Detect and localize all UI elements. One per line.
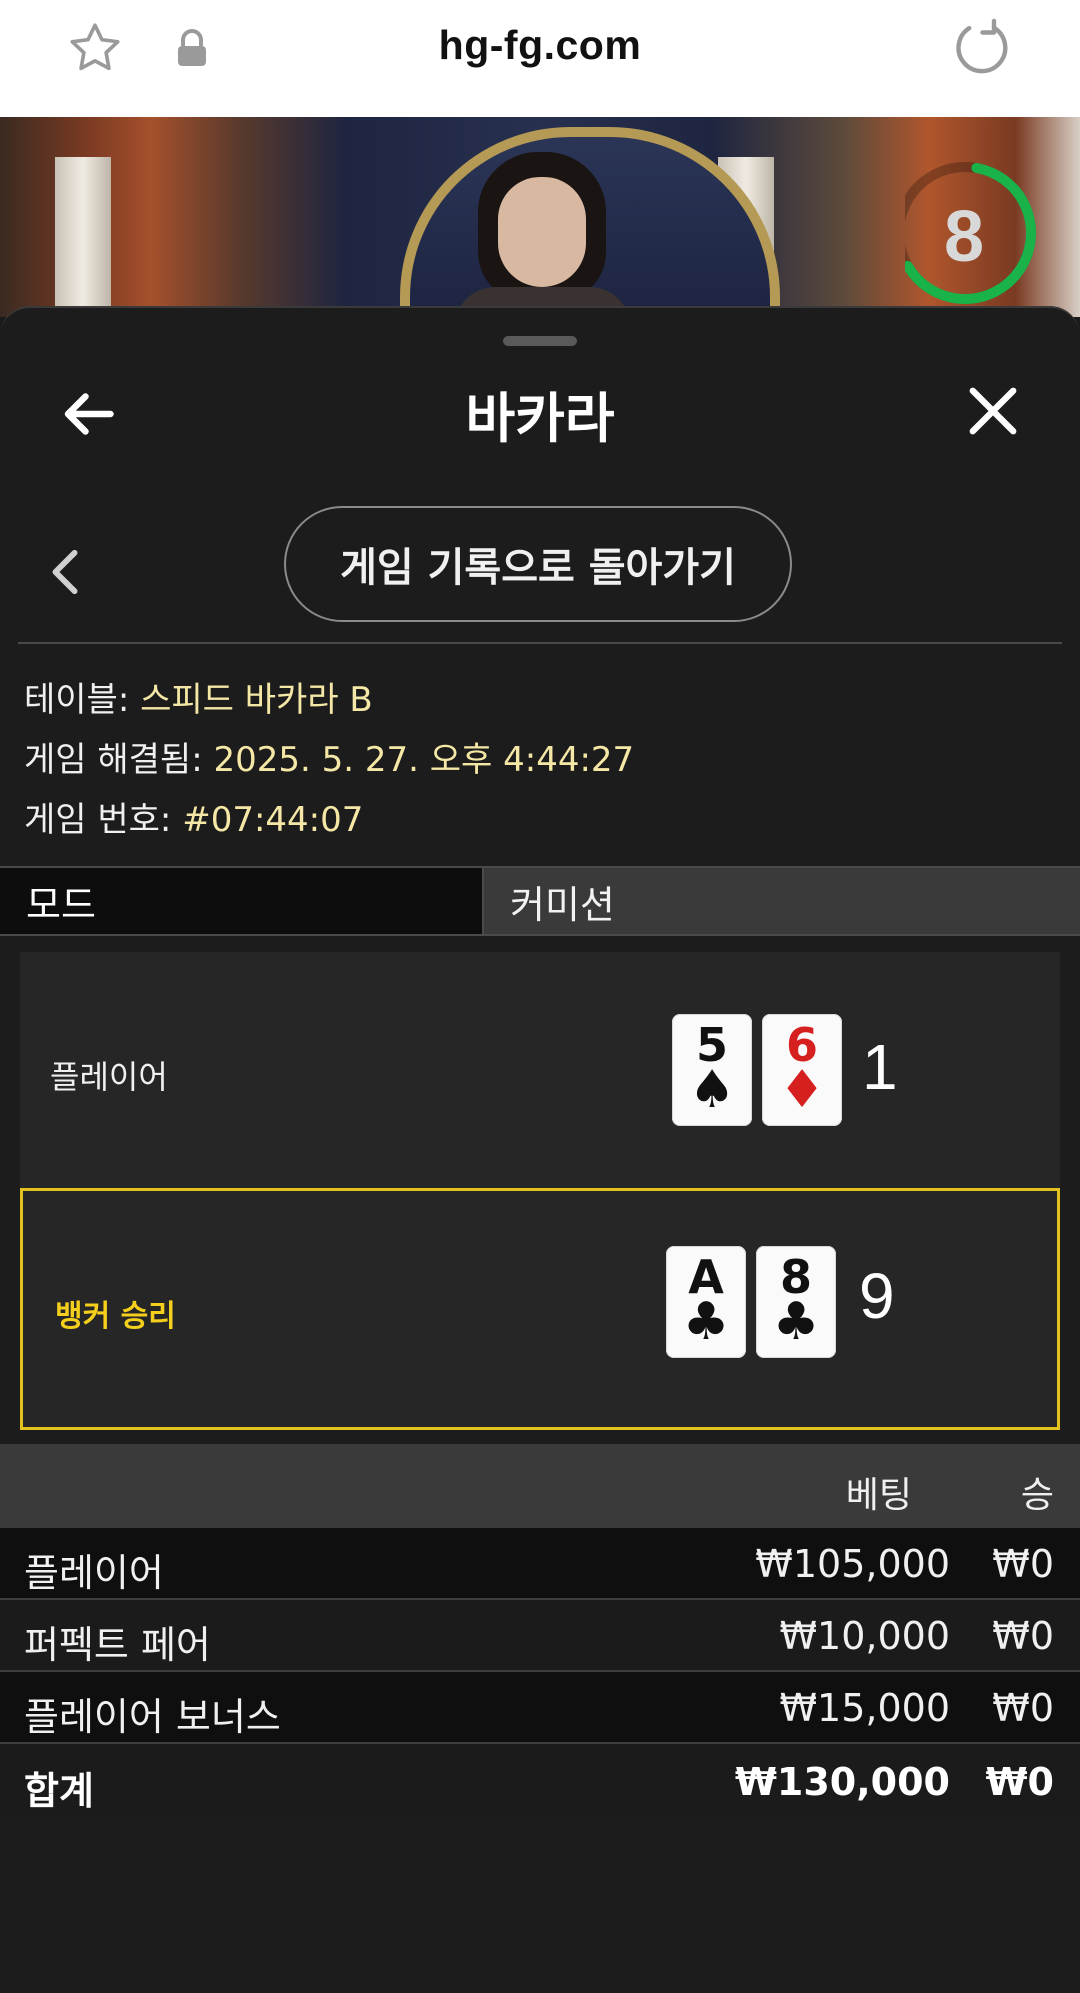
pillar (55, 157, 111, 317)
table-info: 테이블: 스피드 바카라 B (24, 672, 373, 721)
playing-card: A ♣ (666, 1246, 746, 1358)
tab-mode[interactable]: 모드 (0, 868, 484, 934)
table-row: 플레이어 보너스 ₩15,000 ₩0 (0, 1672, 1080, 1744)
banker-hand-winner: 뱅커 승리 A ♣ 8 ♣ 9 (20, 1188, 1060, 1430)
game-number-value: #07:44:07 (182, 800, 364, 840)
win-column-header: 승 (1020, 1475, 1054, 1516)
bet-name: 플레이어 보너스 (24, 1695, 281, 1739)
bet-name: 플레이어 (24, 1551, 164, 1595)
url-text[interactable]: hg-fg.com (0, 22, 1080, 69)
bets-table-header: 베팅 승 (0, 1444, 1080, 1528)
table-row: 퍼펙트 페어 ₩10,000 ₩0 (0, 1600, 1080, 1672)
banker-score: 9 (859, 1260, 895, 1332)
playing-card: 5 ♠ (672, 1014, 752, 1126)
total-row: 합계 ₩130,000 ₩0 (0, 1746, 1080, 1818)
total-win-amount: ₩0 (985, 1760, 1054, 1804)
sheet-drag-handle[interactable] (503, 336, 577, 346)
browser-url-bar: hg-fg.com (0, 0, 1080, 118)
table-label: 테이블: (24, 680, 141, 720)
table-value: 스피드 바카라 B (140, 680, 373, 720)
player-hand: 플레이어 5 ♠ 6 ♦ 1 (20, 952, 1060, 1188)
playing-card: 8 ♣ (756, 1246, 836, 1358)
win-amount: ₩0 (992, 1614, 1054, 1658)
club-icon: ♣ (772, 1292, 820, 1352)
bet-column-header: 베팅 (845, 1475, 912, 1516)
playing-card: 6 ♦ (762, 1014, 842, 1126)
dealer-face (498, 177, 586, 287)
total-bet-amount: ₩130,000 (735, 1760, 950, 1804)
countdown-number: 8 (943, 197, 985, 277)
bet-amount: ₩15,000 (779, 1686, 950, 1730)
back-to-history-button[interactable]: 게임 기록으로 돌아가기 (284, 506, 792, 622)
club-icon: ♣ (682, 1292, 730, 1352)
game-number-label: 게임 번호: (24, 800, 183, 840)
win-amount: ₩0 (992, 1542, 1054, 1586)
banker-win-label: 뱅커 승리 (55, 1299, 176, 1334)
resolved-info: 게임 해결됨: 2025. 5. 27. 오후 4:44:27 (24, 732, 634, 781)
table-row: 플레이어 ₩105,000 ₩0 (0, 1528, 1080, 1600)
total-label: 합계 (24, 1769, 94, 1813)
win-amount: ₩0 (992, 1686, 1054, 1730)
player-hand-label: 플레이어 (50, 1058, 168, 1096)
game-number-info: 게임 번호: #07:44:07 (24, 792, 363, 841)
bet-amount: ₩10,000 (779, 1614, 950, 1658)
chevron-left-icon[interactable] (48, 548, 82, 596)
divider (18, 642, 1062, 644)
resolved-label: 게임 해결됨: (24, 740, 214, 780)
close-icon[interactable] (966, 384, 1020, 438)
tab-commission[interactable]: 커미션 (484, 868, 1080, 934)
mode-tabs: 모드 커미션 (0, 866, 1080, 936)
bet-name: 퍼펙트 페어 (24, 1623, 211, 1667)
diamond-icon: ♦ (778, 1060, 826, 1120)
spade-icon: ♠ (688, 1060, 736, 1120)
resolved-value: 2025. 5. 27. 오후 4:44:27 (213, 740, 635, 780)
bet-amount: ₩105,000 (755, 1542, 950, 1586)
sheet-title: 바카라 (465, 387, 615, 450)
countdown-timer: 8 (905, 158, 1039, 308)
player-score: 1 (862, 1031, 898, 1103)
reload-icon[interactable] (950, 16, 1016, 82)
